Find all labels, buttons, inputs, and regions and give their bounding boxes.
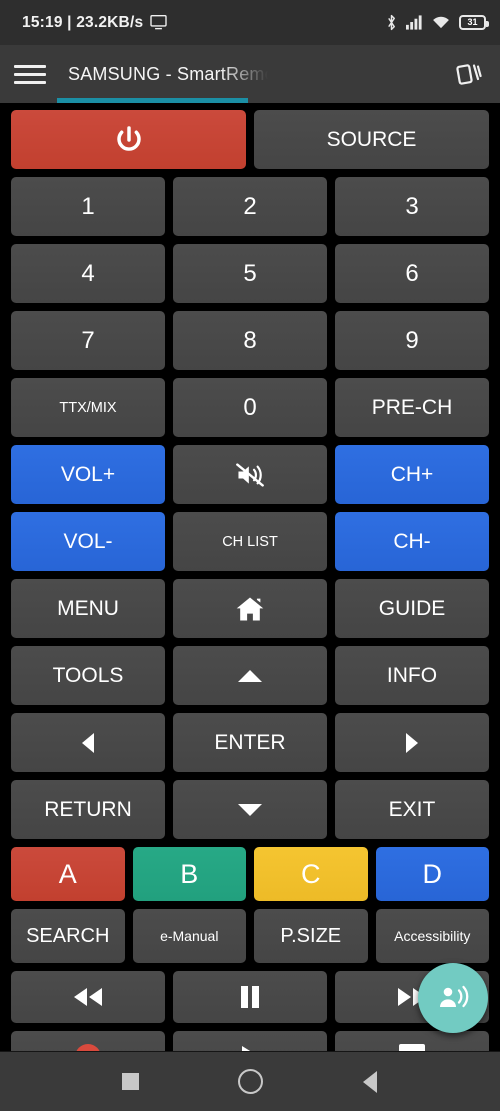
square-icon: [121, 1073, 139, 1090]
digit-3-button[interactable]: 3: [335, 177, 489, 236]
circle-icon: [237, 1069, 263, 1094]
digit-6-button[interactable]: 6: [335, 244, 489, 303]
color-c-button[interactable]: C: [254, 847, 368, 901]
digit-0-button[interactable]: 0: [173, 378, 327, 437]
return-row: RETURN EXIT: [11, 780, 489, 839]
status-bar-right: 31: [386, 14, 489, 31]
back-triangle-icon: [363, 1070, 377, 1093]
numbers-row-2: 4 5 6: [11, 244, 489, 303]
digit-2-button[interactable]: 2: [173, 177, 327, 236]
tools-button[interactable]: TOOLS: [11, 646, 165, 705]
enter-button[interactable]: ENTER: [173, 713, 327, 772]
volume-down-button[interactable]: VOL-: [11, 512, 165, 571]
wifi-icon: [432, 15, 450, 30]
arrow-down-icon: [238, 803, 262, 816]
mute-button[interactable]: [173, 445, 327, 504]
arrow-left-icon: [82, 732, 94, 753]
nav-back-button[interactable]: [340, 1059, 400, 1105]
digit-5-button[interactable]: 5: [173, 244, 327, 303]
color-b-button[interactable]: B: [132, 847, 246, 901]
mute-icon: [235, 462, 265, 488]
app-toolbar: SAMSUNG - SmartRemote: [0, 45, 500, 103]
accessibility-button[interactable]: Accessibility: [375, 909, 489, 963]
status-bar: 15:19 | 23.2KB/s 31: [0, 0, 500, 45]
digit-9-button[interactable]: 9: [335, 311, 489, 370]
exit-button[interactable]: EXIT: [335, 780, 489, 839]
cellular-signal-icon: [406, 15, 423, 30]
remote-control-panel: SOURCE 1 2 3 4 5 6 7 8 9 TTX/MIX 0 PRE-C…: [0, 103, 500, 1083]
rewind-button[interactable]: [11, 971, 165, 1023]
home-button[interactable]: [173, 579, 327, 638]
power-icon: [113, 124, 145, 156]
volume-channel-row-1: VOL+ CH+: [11, 445, 489, 504]
arrow-right-icon: [406, 732, 418, 753]
rewind-icon: [70, 985, 106, 1009]
cards-stack-icon[interactable]: [452, 57, 486, 91]
menu-button[interactable]: MENU: [11, 579, 165, 638]
digit-7-button[interactable]: 7: [11, 311, 165, 370]
channel-up-button[interactable]: CH+: [335, 445, 489, 504]
color-d-button[interactable]: D: [375, 847, 489, 901]
power-row: SOURCE: [11, 110, 489, 169]
tools-row: TOOLS INFO: [11, 646, 489, 705]
channel-down-button[interactable]: CH-: [335, 512, 489, 571]
volume-channel-row-2: VOL- CH LIST CH-: [11, 512, 489, 571]
battery-level-text: 31: [467, 17, 478, 27]
home-icon: [235, 595, 265, 623]
color-buttons-row: A B C D: [11, 847, 489, 901]
return-button[interactable]: RETURN: [11, 780, 165, 839]
color-a-button[interactable]: A: [11, 847, 125, 901]
info-button[interactable]: INFO: [335, 646, 489, 705]
dpad-left-button[interactable]: [11, 713, 165, 772]
monitor-icon: [150, 15, 167, 30]
pre-ch-button[interactable]: PRE-CH: [335, 378, 489, 437]
picture-size-button[interactable]: P.SIZE: [254, 909, 368, 963]
page-title: SAMSUNG - SmartRemote: [68, 63, 268, 84]
menu-row: MENU GUIDE: [11, 579, 489, 638]
channel-list-button[interactable]: CH LIST: [173, 512, 327, 571]
status-bar-text: 15:19 | 23.2KB/s: [22, 13, 144, 31]
digit-8-button[interactable]: 8: [173, 311, 327, 370]
digit-4-button[interactable]: 4: [11, 244, 165, 303]
guide-button[interactable]: GUIDE: [335, 579, 489, 638]
hamburger-menu-icon[interactable]: [14, 64, 46, 84]
android-nav-bar: [0, 1051, 500, 1111]
dpad-row: ENTER: [11, 713, 489, 772]
extra-buttons-row: SEARCH e-Manual P.SIZE Accessibility: [11, 909, 489, 963]
dpad-right-button[interactable]: [335, 713, 489, 772]
e-manual-button[interactable]: e-Manual: [132, 909, 246, 963]
volume-up-button[interactable]: VOL+: [11, 445, 165, 504]
search-button[interactable]: SEARCH: [11, 909, 125, 963]
nav-home-button[interactable]: [220, 1059, 280, 1105]
voice-search-fab[interactable]: [418, 963, 488, 1033]
battery-indicator: 31: [459, 15, 489, 30]
status-bar-left: 15:19 | 23.2KB/s: [22, 14, 167, 32]
arrow-up-icon: [238, 669, 262, 682]
bluetooth-icon: [386, 14, 397, 31]
power-button[interactable]: [11, 110, 246, 169]
numbers-row-3: 7 8 9: [11, 311, 489, 370]
pause-icon: [237, 984, 263, 1010]
source-button[interactable]: SOURCE: [254, 110, 489, 169]
voice-person-icon: [436, 983, 470, 1013]
digit-1-button[interactable]: 1: [11, 177, 165, 236]
dpad-down-button[interactable]: [173, 780, 327, 839]
pause-button[interactable]: [173, 971, 327, 1023]
tab-accent-indicator: [57, 98, 248, 103]
ttx-mix-button[interactable]: TTX/MIX: [11, 378, 165, 437]
numbers-row-4: TTX/MIX 0 PRE-CH: [11, 378, 489, 437]
dpad-up-button[interactable]: [173, 646, 327, 705]
nav-recents-button[interactable]: [100, 1059, 160, 1105]
numbers-row-1: 1 2 3: [11, 177, 489, 236]
